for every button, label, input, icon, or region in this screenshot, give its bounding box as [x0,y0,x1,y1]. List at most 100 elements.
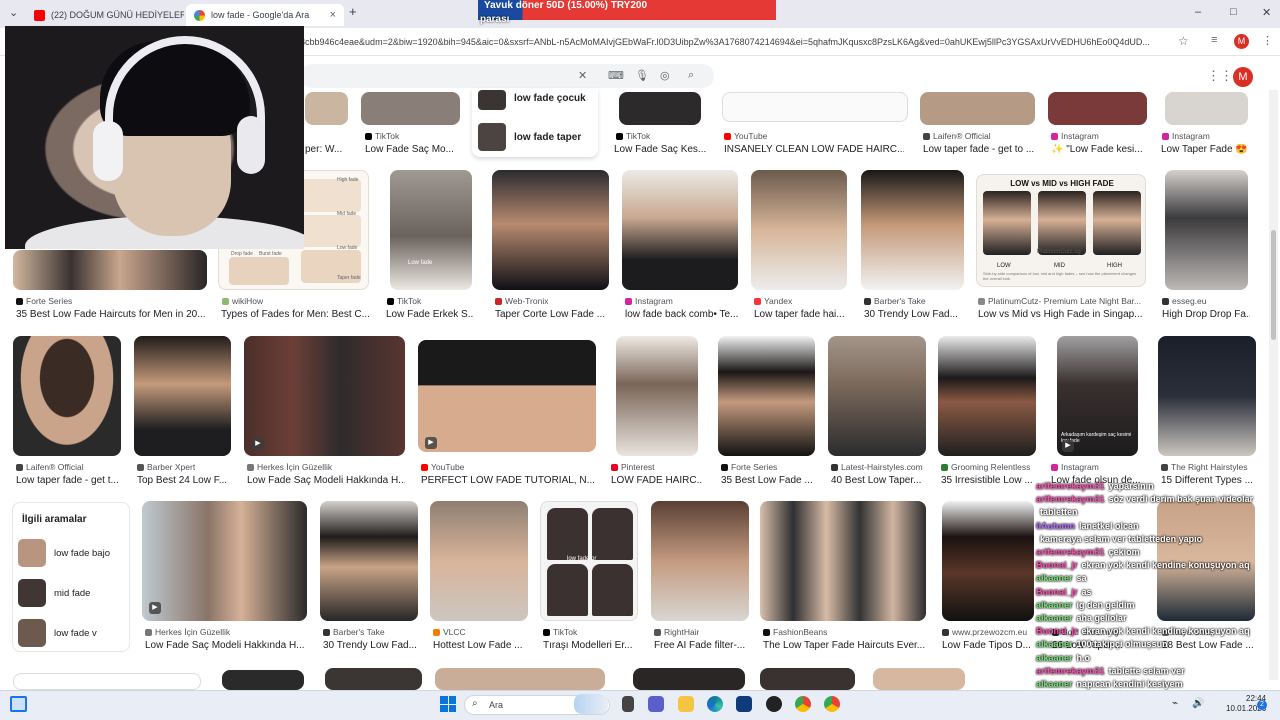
image-result[interactable] [938,336,1036,456]
image-result[interactable] [651,501,749,621]
image-result[interactable] [418,340,596,452]
result-title[interactable]: Low taper fade hai... [754,309,849,320]
notification-badge[interactable]: 2 [1257,700,1267,710]
obs-icon[interactable] [766,696,782,712]
image-result[interactable] [920,92,1035,125]
image-result[interactable] [492,170,609,290]
image-result[interactable] [828,336,926,456]
image-result[interactable] [873,668,965,690]
result-title[interactable]: INSANELY CLEAN LOW FADE HAIRC... [724,144,904,155]
result-title[interactable]: Low Fade Saç Kes... [614,144,706,155]
result-title[interactable]: Low taper fade - get t... [16,475,120,486]
result-title[interactable]: Top Best 24 Low F... [137,475,231,486]
image-result[interactable] [722,92,908,122]
image-result[interactable] [942,501,1034,621]
result-title[interactable]: Low vs Mid vs High Fade in Singap... [978,309,1143,320]
image-result[interactable] [861,170,964,290]
tab-youtube[interactable]: (22) DOĞUM GÜNÜ HEDİYELERİ × [26,4,184,26]
result-title[interactable]: Hottest Low Fade ... [433,640,528,651]
lens-search-icon[interactable]: ◎ [660,69,670,82]
result-title[interactable]: Low Fade Tipos D... [942,640,1032,651]
related-item[interactable]: low fade v [18,619,97,647]
result-title[interactable]: 35 Best Low Fade ... [721,475,816,486]
store-icon[interactable] [736,696,752,712]
image-result[interactable] [718,336,815,456]
result-title[interactable]: Types of Fades for Men: Best C... [221,309,369,320]
result-title[interactable]: Tıraşı Modelleri Er... [543,640,638,651]
result-title[interactable]: Low Taper Fade 😍 [1161,144,1251,155]
result-title[interactable]: ✨ "Low Fade kesi... [1051,144,1146,155]
keyboard-icon[interactable]: ⌨ [608,69,624,82]
image-result[interactable] [142,501,307,621]
related-item[interactable]: mid fade [18,579,90,607]
image-result[interactable] [633,668,745,690]
image-result[interactable] [13,250,207,290]
suggestion-item[interactable]: low fade çocuk [514,93,586,104]
image-result[interactable] [361,92,460,125]
result-title[interactable]: High Drop Drop Fa... [1162,309,1250,320]
image-result[interactable] [622,170,738,290]
result-title[interactable]: Low Fade Saç Mo... [365,144,465,155]
image-result[interactable] [1165,170,1248,290]
image-result[interactable] [320,501,418,621]
network-icon[interactable]: ⌁ [1172,698,1178,709]
image-result[interactable] [751,170,847,290]
image-result[interactable] [222,670,304,690]
image-result[interactable] [244,336,405,456]
clear-search-icon[interactable]: ✕ [578,69,587,82]
new-tab-icon[interactable]: + [349,4,357,19]
image-result[interactable]: Low fade [390,170,472,290]
bookmark-star-icon[interactable]: ☆ [1178,34,1189,48]
profile-avatar[interactable]: M [1234,34,1249,49]
image-result[interactable] [325,668,422,690]
image-result[interactable] [13,336,121,456]
tab-google[interactable]: low fade - Google'da Ara × [186,4,344,26]
image-result[interactable] [760,501,926,621]
window-close-icon[interactable]: ✕ [1262,6,1271,19]
image-result[interactable]: low fade pr [540,501,638,621]
tab-list-chevron-icon[interactable]: ⌄ [9,6,18,19]
result-title[interactable]: per: W... [305,144,347,155]
image-result[interactable] [1158,336,1256,456]
result-title[interactable]: LOW FADE HAIRC... [611,475,703,486]
image-result[interactable] [13,673,201,690]
edge-icon[interactable] [707,696,723,712]
windows-start-icon[interactable] [440,696,456,712]
search-box[interactable] [300,64,714,88]
result-title[interactable]: Low Fade Saç Modeli Hakkında H... [145,640,305,651]
show-desktop-icon[interactable] [10,696,27,712]
image-result[interactable] [430,501,528,621]
result-title[interactable]: Low Fade Saç Modeli Hakkında H... [247,475,405,486]
result-title[interactable]: Free AI Fade filter-... [654,640,749,651]
result-title[interactable]: Taper Corte Low Fade ... [495,309,610,320]
result-title[interactable]: low fade back comb• Te... [625,309,739,320]
image-result[interactable] [1048,92,1147,125]
result-title[interactable]: 28 Best Low Fade ... [1162,640,1254,651]
google-profile-avatar[interactable]: M [1233,67,1253,87]
image-result[interactable] [619,92,701,125]
close-tab-icon[interactable]: × [330,9,336,21]
menu-kebab-icon[interactable]: ⋮ [1262,34,1273,47]
result-title[interactable]: The Low Taper Fade Haircuts Ever... [763,640,928,651]
image-result[interactable] [1165,92,1248,125]
result-title[interactable]: Low taper fade - get to ... [923,144,1035,155]
fade-comparison-image[interactable]: LOW vs MID vs HIGH FADE LOW MID HIGH Pla… [976,174,1146,287]
result-title[interactable]: 40 Best Low Taper... [831,475,926,486]
scrollbar[interactable] [1269,90,1278,680]
result-title[interactable]: 30 Trendy Low Fad... [864,309,964,320]
apps-grid-icon[interactable]: ⋮⋮ [1207,68,1233,84]
result-title[interactable]: 35 Irresistible Low ... [941,475,1036,486]
image-result[interactable]: Arkadaşım kardeşim saç kesimi low fade [1057,336,1138,456]
image-result[interactable] [435,668,605,690]
image-result[interactable] [760,668,855,690]
related-item[interactable]: low fade bajo [18,539,110,567]
minimize-icon[interactable]: – [1195,6,1201,18]
result-title[interactable]: 35 Best Low Fade Haircuts for Men in 20.… [16,309,206,320]
result-title[interactable]: 15 Different Types ... [1161,475,1253,486]
result-title[interactable]: 30 Trendy Low Fad... [323,640,418,651]
chrome-icon[interactable] [795,696,811,712]
image-result[interactable] [616,336,698,456]
result-title[interactable]: PERFECT LOW FADE TUTORIAL, N... [421,475,596,486]
image-result[interactable] [305,92,348,125]
chrome-profile-icon[interactable] [824,696,840,712]
